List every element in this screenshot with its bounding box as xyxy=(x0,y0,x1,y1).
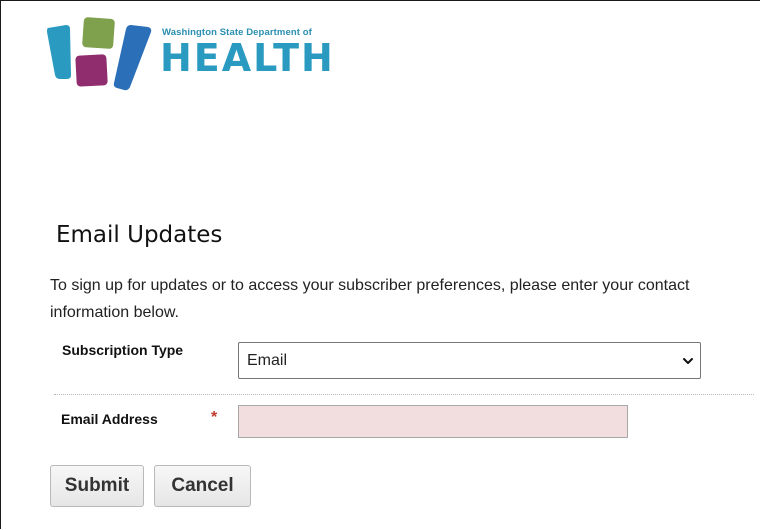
logo-square-bottom xyxy=(75,54,108,87)
logo-bar-left xyxy=(47,25,71,79)
subscription-type-label: Subscription Type xyxy=(62,342,184,358)
form-divider xyxy=(54,394,754,395)
email-address-label: Email Address xyxy=(61,411,158,427)
email-field[interactable] xyxy=(238,405,628,438)
logo-bar-right xyxy=(113,25,152,91)
cancel-button[interactable]: Cancel xyxy=(154,465,251,507)
page-title: Email Updates xyxy=(56,222,223,248)
submit-button[interactable]: Submit xyxy=(50,465,144,507)
subscription-type-value: Email xyxy=(247,352,288,369)
logo-square-top xyxy=(82,17,115,49)
subscription-type-select[interactable]: Email xyxy=(238,342,701,379)
chevron-down-icon xyxy=(683,358,693,364)
logo-mark-icon xyxy=(47,17,152,91)
doh-logo[interactable]: Washington State Department of HEALTH xyxy=(46,17,346,93)
required-marker: * xyxy=(211,409,218,426)
logo-title: HEALTH xyxy=(160,36,335,80)
intro-text: To sign up for updates or to access your… xyxy=(50,277,690,321)
